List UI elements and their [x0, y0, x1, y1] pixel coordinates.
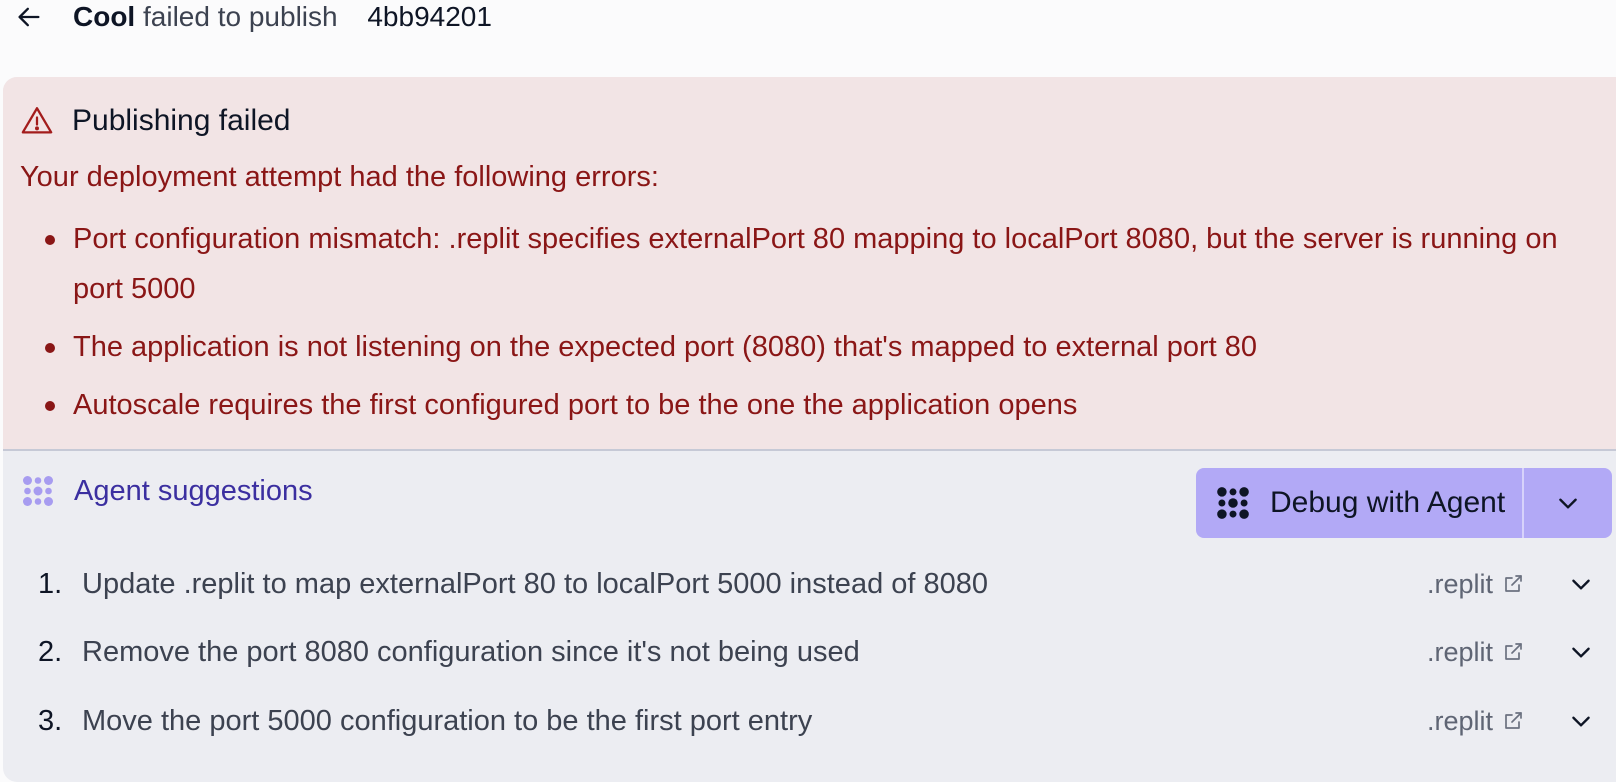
agent-suggestions-title: Agent suggestions	[74, 475, 313, 507]
suggestion-item[interactable]: 3. Move the port 5000 configuration to b…	[3, 689, 1616, 753]
error-panel: Publishing failed Your deployment attemp…	[3, 77, 1616, 451]
top-bar: Cool failed to publish 4bb94201	[0, 0, 1616, 40]
commit-id: 4bb94201	[367, 1, 492, 32]
publish-result-card: Publishing failed Your deployment attemp…	[3, 77, 1616, 782]
external-link-icon	[1505, 575, 1522, 592]
back-button[interactable]	[14, 2, 44, 32]
app-name: Cool	[73, 1, 136, 32]
suggestion-file-link[interactable]: .replit	[1427, 701, 1525, 741]
page-title: Cool failed to publish 4bb94201	[73, 0, 492, 34]
error-item: Autoscale requires the first configured …	[20, 380, 1580, 430]
error-intro: Your deployment attempt had the followin…	[20, 161, 659, 193]
suggestion-item[interactable]: 2. Remove the port 8080 configuration si…	[3, 620, 1616, 684]
agent-suggestions-header: Agent suggestions	[20, 471, 313, 511]
suggestion-number: 1.	[38, 568, 63, 600]
external-link-icon	[1505, 643, 1522, 660]
debug-options-dropdown[interactable]	[1524, 468, 1612, 538]
error-title-row: Publishing failed	[20, 101, 290, 141]
suggestion-file-link[interactable]: .replit	[1427, 632, 1525, 672]
error-item: Port configuration mismatch: .replit spe…	[20, 214, 1580, 314]
chevron-down-icon	[1572, 579, 1590, 590]
suggestion-text: Update .replit to map externalPort 80 to…	[82, 568, 989, 600]
suggestion-file-link[interactable]: .replit	[1427, 564, 1525, 604]
file-name: .replit	[1427, 636, 1494, 667]
suggestion-number: 3.	[38, 705, 63, 737]
suggestion-text: Move the port 5000 configuration to be t…	[82, 705, 813, 737]
error-title: Publishing failed	[72, 104, 291, 137]
warning-triangle-icon	[21, 107, 53, 134]
publish-status-text: failed to publish	[143, 1, 338, 32]
external-link-icon	[1505, 712, 1522, 729]
error-item: The application is not listening on the …	[20, 322, 1580, 372]
chevron-down-icon	[1559, 498, 1577, 509]
agent-icon	[23, 476, 53, 506]
file-name: .replit	[1427, 568, 1494, 599]
expand-suggestion-button[interactable]	[1563, 566, 1599, 602]
arrow-left-icon	[18, 7, 40, 27]
debug-with-agent-group: Debug with Agent	[1196, 468, 1612, 538]
chevron-down-icon	[1572, 716, 1590, 727]
suggestion-item[interactable]: 1. Update .replit to map externalPort 80…	[3, 552, 1616, 616]
debug-with-agent-label: Debug with Agent	[1270, 486, 1506, 519]
expand-suggestion-button[interactable]	[1563, 703, 1599, 739]
expand-suggestion-button[interactable]	[1563, 634, 1599, 670]
debug-with-agent-button[interactable]: Debug with Agent	[1196, 468, 1522, 538]
chevron-down-icon	[1572, 647, 1590, 658]
suggestion-text: Remove the port 8080 configuration since…	[82, 636, 860, 668]
suggestion-number: 2.	[38, 636, 63, 668]
file-name: .replit	[1427, 705, 1494, 736]
agent-icon	[1217, 487, 1249, 519]
error-list: Port configuration mismatch: .replit spe…	[20, 214, 1580, 438]
